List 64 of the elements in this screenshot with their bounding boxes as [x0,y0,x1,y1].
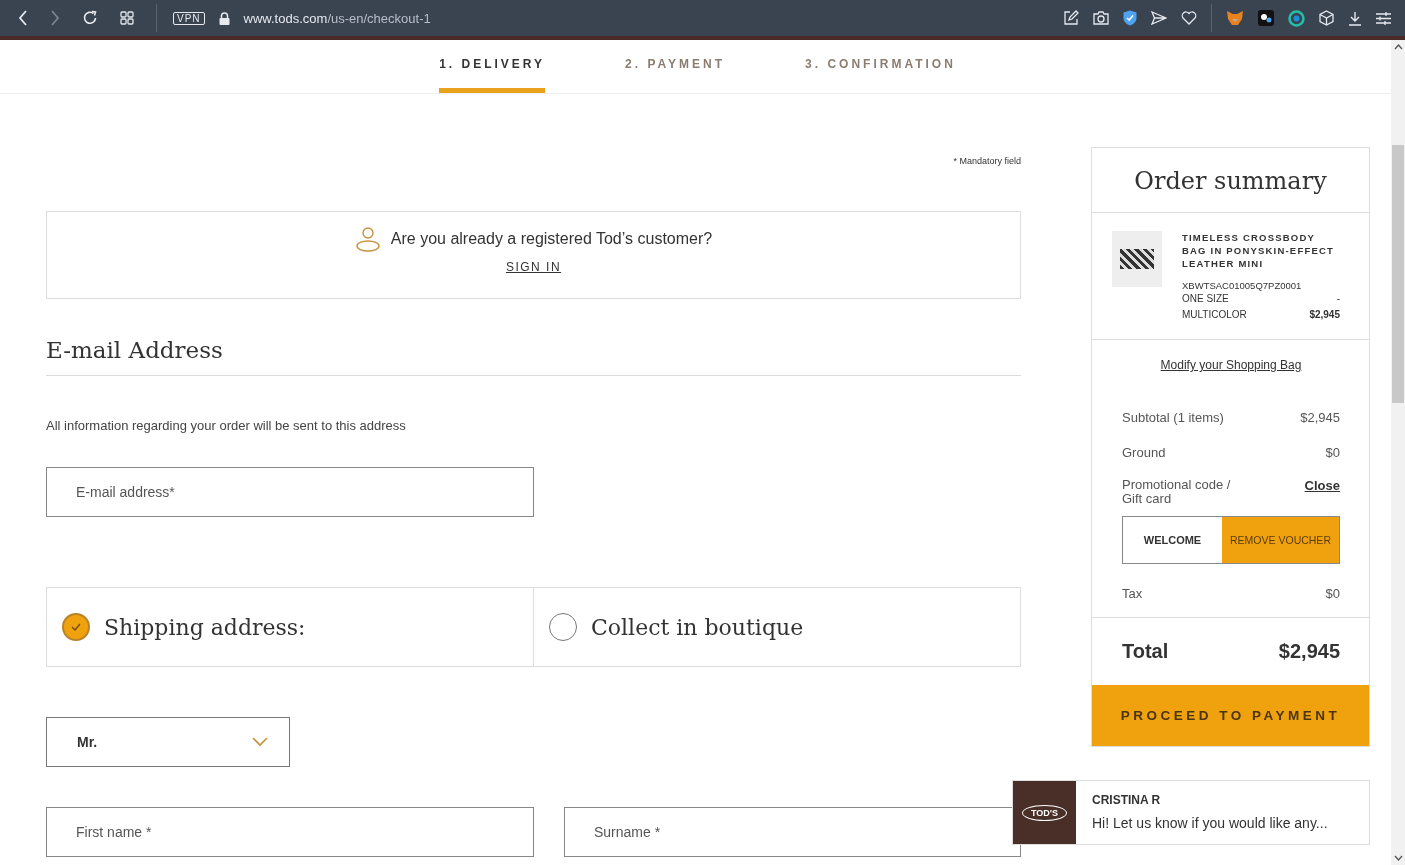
product-photo-placeholder [1112,231,1162,287]
checkout-step-tab[interactable]: 3. CONFIRMATION [805,40,956,93]
subtotal-label: Subtotal (1 items) [1122,410,1224,425]
send-icon[interactable] [1151,11,1167,25]
product-color: MULTICOLOR [1182,308,1247,322]
modify-bag-link[interactable]: Modify your Shopping Bag [1160,358,1302,372]
radio-button[interactable] [549,613,577,641]
subtotal-value: $2,945 [1300,410,1340,425]
delivery-option-label[interactable]: Shipping address: [104,614,306,640]
ring-icon[interactable] [1288,9,1305,27]
download-icon[interactable] [1348,10,1362,26]
title-select[interactable]: Mr. [46,717,290,767]
chevron-down-icon [252,737,268,747]
chat-message: Hi! Let us know if you would like any... [1092,815,1328,831]
scrollbar-thumb[interactable] [1392,145,1404,403]
camera-icon[interactable] [1093,11,1109,25]
scrollbar[interactable] [1391,40,1405,865]
radio-button[interactable] [62,613,90,641]
proceed-to-payment-button[interactable]: PROCEED TO PAYMENT [1092,685,1369,746]
product-size: ONE SIZE [1182,292,1229,306]
login-question: Are you already a registered Tod’s customer? [390,230,713,248]
section-title: E-mail Address [46,337,1021,376]
chat-popup[interactable]: TOD'S CRISTINA R Hi! Let us know if you would like any... [1012,780,1370,845]
size-note: - [1336,292,1340,306]
product-price: $2,945 [1309,308,1340,322]
tabs-grid-icon[interactable] [120,11,134,25]
shield-icon[interactable] [1123,10,1137,26]
lock-icon [218,11,230,25]
edit-icon[interactable] [1063,10,1079,26]
scroll-down-icon[interactable] [1393,855,1403,861]
checkout-step-tab[interactable]: 1. DELIVERY [439,40,546,93]
scroll-up-icon[interactable] [1393,44,1403,50]
tax-value: $0 [1325,586,1340,601]
reload-icon[interactable] [82,10,98,26]
total-value: $2,945 [1278,640,1340,663]
email-field[interactable]: E-mail address* [46,467,534,517]
close-link[interactable]: Close [1304,478,1340,506]
chat-agent-name: CRISTINA R [1092,793,1162,807]
back-icon[interactable] [18,10,28,26]
user-icon [354,226,381,252]
fox-icon[interactable] [1226,10,1244,26]
address-bar[interactable]: www.tods.com/us-en/checkout-1 [243,10,431,26]
shipping-label: Ground [1122,445,1166,460]
mandatory-note: * Mandatory field [952,156,1021,166]
checkout-step-tab[interactable]: 2. PAYMENT [625,40,726,93]
vpn-badge[interactable]: VPN [173,11,205,25]
settings-icon[interactable] [1376,11,1391,25]
name-field[interactable]: Surname * [564,807,1021,857]
summary-title: Order summary [1092,148,1369,213]
delivery-option-label[interactable]: Collect in boutique [591,614,804,640]
forward-icon[interactable] [50,10,60,26]
shipping-value: $0 [1325,445,1340,460]
promo-label: Promotional code / Gift card [1122,478,1232,506]
heart-icon[interactable] [1181,11,1197,25]
extension-icon[interactable] [1258,10,1274,26]
cube-icon[interactable] [1319,10,1334,26]
product-sku: XBWTSAC01005Q7PZ0001 [1182,280,1303,291]
product-name: TIMELESS CROSSBODY BAG IN PONYSKIN-EFFECT LEATHER MINI [1182,231,1335,270]
sign-in-link[interactable]: SIGN IN [505,260,562,274]
total-label: Total [1122,640,1169,663]
tax-label: Tax [1122,586,1143,601]
email-note: All information regarding your order will be sent to this address [46,418,407,433]
check-icon [70,622,82,632]
name-field[interactable]: First name * [46,807,534,857]
